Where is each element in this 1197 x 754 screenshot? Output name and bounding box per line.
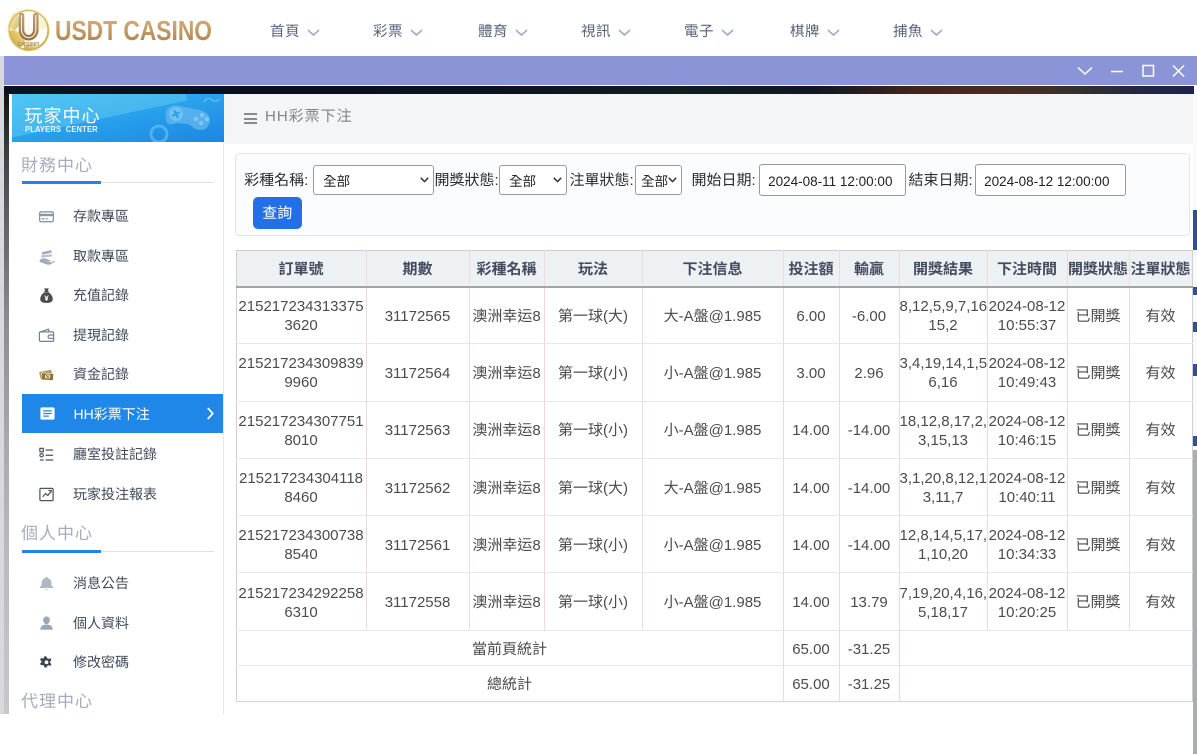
svg-text:CASINO: CASINO <box>18 42 40 48</box>
svg-text:USDT CASINO: USDT CASINO <box>55 15 212 46</box>
svg-text:$: $ <box>46 372 49 380</box>
